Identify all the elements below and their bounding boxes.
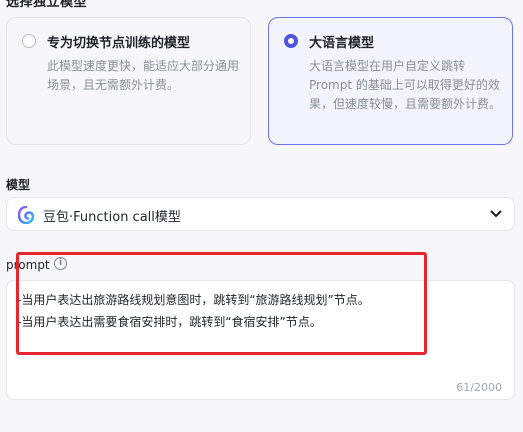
option-title: 大语言模型 [309, 36, 375, 51]
radio-switch-model[interactable] [22, 34, 36, 48]
option-description: 此模型速度更快，能适应大部分通用场景，且无需额外计费。 [47, 59, 240, 92]
model-select-value: 豆包·Function call模型 [43, 210, 181, 225]
model-select[interactable]: 豆包·Function call模型 [6, 197, 515, 231]
option-description: 大语言模型在用户自定义跳转 Prompt 的基础上可以取得更好的效果，但速度较慢… [309, 59, 502, 111]
chevron-down-icon[interactable] [490, 209, 502, 219]
char-counter: 61/2000 [456, 381, 502, 394]
section-title: 选择独立模型 [6, 0, 88, 10]
highlight-box [16, 252, 427, 355]
doubao-logo-icon [18, 206, 34, 224]
option-title: 专为切换节点训练的模型 [47, 36, 191, 51]
option-card-llm[interactable]: 大语言模型 大语言模型在用户自定义跳转 Prompt 的基础上可以取得更好的效果… [268, 17, 513, 145]
radio-llm[interactable] [284, 34, 298, 48]
option-card-switch-model[interactable]: 专为切换节点训练的模型 此模型速度更快，能适应大部分通用场景，且无需额外计费。 [6, 17, 251, 145]
model-label: 模型 [6, 178, 31, 192]
